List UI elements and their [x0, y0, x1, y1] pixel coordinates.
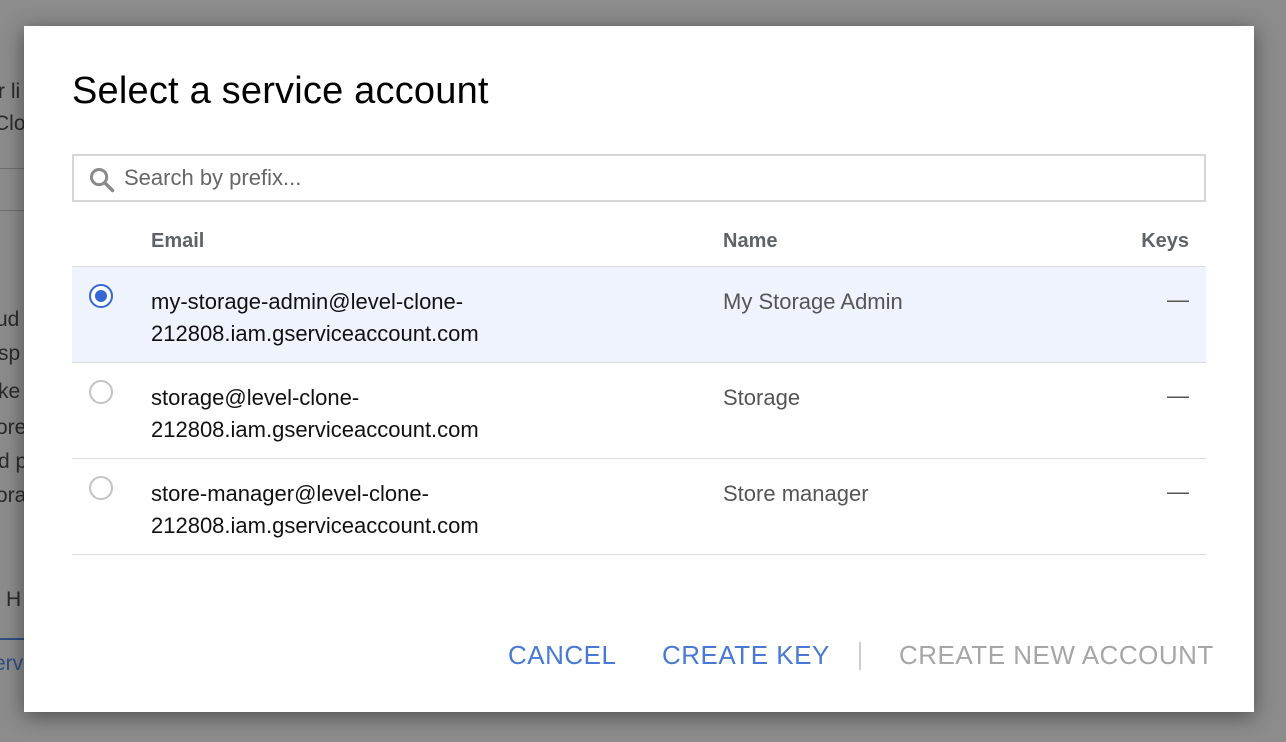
account-email-line: 212808.iam.gserviceaccount.com — [151, 321, 479, 346]
account-email-line: storage@level-clone- — [151, 385, 360, 410]
table-header: Email Name Keys — [72, 222, 1206, 267]
bg-text-fragment: ke — [0, 380, 21, 403]
account-radio[interactable] — [89, 476, 113, 500]
account-name: My Storage Admin — [723, 289, 903, 314]
create-key-button[interactable]: CREATE KEY — [662, 640, 830, 671]
bg-text-fragment: sp — [0, 342, 21, 365]
account-keys: — — [1167, 479, 1189, 504]
account-email: store-manager@level-clone- 212808.iam.gs… — [151, 478, 671, 542]
bg-text-fragment: r li — [0, 80, 21, 103]
service-account-dialog: Select a service account Email Name Keys… — [24, 26, 1254, 712]
account-email: my-storage-admin@level-clone- 212808.iam… — [151, 286, 671, 350]
bg-link-fragment: erv — [0, 652, 24, 675]
search-input[interactable] — [124, 156, 1184, 200]
search-icon — [89, 167, 115, 193]
bg-text-fragment: ore — [0, 416, 27, 439]
dialog-actions: CANCEL CREATE KEY CREATE NEW ACCOUNT — [24, 638, 1254, 682]
account-email-line: my-storage-admin@level-clone- — [151, 289, 464, 314]
account-email-line: 212808.iam.gserviceaccount.com — [151, 417, 479, 442]
bg-text-fragment: H — [6, 588, 22, 611]
column-header-keys[interactable]: Keys — [1141, 230, 1189, 253]
account-email-line: store-manager@level-clone- — [151, 481, 429, 506]
account-name: Store manager — [723, 481, 869, 506]
service-account-table: Email Name Keys my-storage-admin@level-c… — [72, 222, 1206, 555]
table-row[interactable]: store-manager@level-clone- 212808.iam.gs… — [72, 459, 1206, 555]
table-row[interactable]: storage@level-clone- 212808.iam.gservice… — [72, 363, 1206, 459]
column-header-email[interactable]: Email — [151, 230, 204, 253]
dialog-title: Select a service account — [72, 70, 489, 112]
account-email-line: 212808.iam.gserviceaccount.com — [151, 513, 479, 538]
search-box — [72, 154, 1206, 202]
bg-text-fragment: ora — [0, 484, 27, 507]
account-name: Storage — [723, 385, 801, 410]
account-radio[interactable] — [89, 284, 113, 308]
cancel-button[interactable]: CANCEL — [508, 640, 616, 671]
account-email: storage@level-clone- 212808.iam.gservice… — [151, 382, 671, 446]
table-row[interactable]: my-storage-admin@level-clone- 212808.iam… — [72, 267, 1206, 363]
account-keys: — — [1167, 287, 1189, 312]
account-keys: — — [1167, 383, 1189, 408]
bg-text-fragment: ud — [0, 308, 20, 331]
bg-text-fragment: Clo — [0, 112, 26, 135]
action-divider — [859, 642, 861, 670]
column-header-name[interactable]: Name — [723, 230, 777, 253]
account-radio[interactable] — [89, 380, 113, 404]
create-new-account-button[interactable]: CREATE NEW ACCOUNT — [899, 640, 1214, 671]
